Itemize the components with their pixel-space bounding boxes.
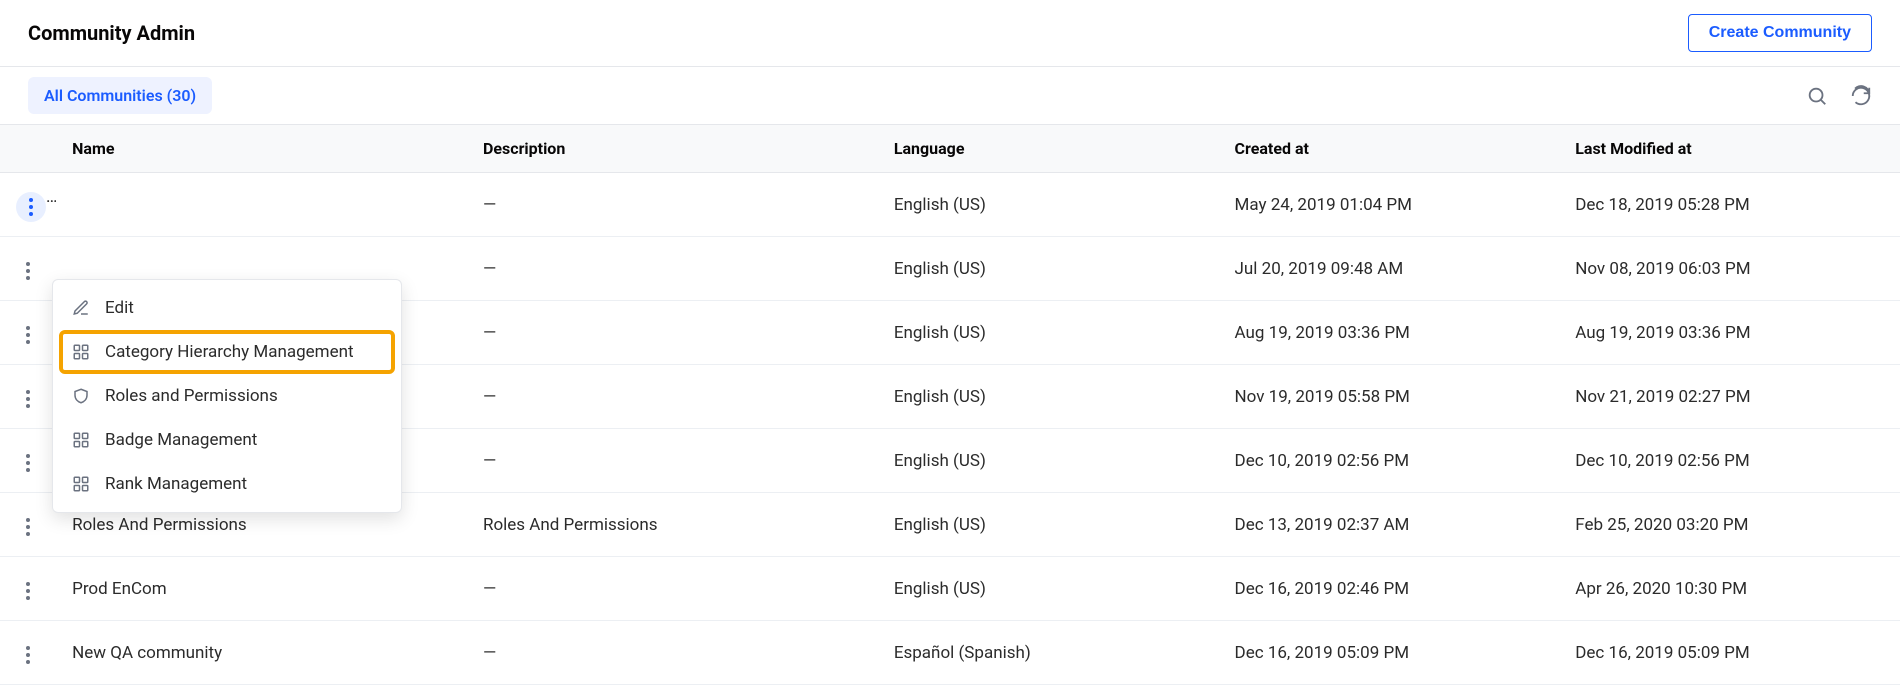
refresh-icon[interactable]: [1850, 85, 1872, 107]
cell-description: Roles And Permissions: [467, 493, 878, 557]
row-menu-icon[interactable]: [20, 448, 36, 478]
menu-item-label: Badge Management: [105, 430, 257, 450]
create-community-button[interactable]: Create Community: [1688, 14, 1872, 52]
cell-description: —: [467, 301, 878, 365]
col-header-modified[interactable]: Last Modified at: [1559, 125, 1900, 173]
cell-description: —: [467, 173, 878, 237]
cell-created: Jul 20, 2019 09:48 AM: [1219, 237, 1560, 301]
cell-description: —: [467, 429, 878, 493]
cell-modified: Aug 19, 2019 03:36 PM: [1559, 301, 1900, 365]
table-row[interactable]: Prod EnCom — English (US) Dec 16, 2019 0…: [0, 557, 1900, 621]
cell-language: English (US): [878, 237, 1219, 301]
search-icon[interactable]: [1806, 85, 1828, 107]
cell-created: Dec 16, 2019 05:09 PM: [1219, 621, 1560, 685]
page-title: Community Admin: [28, 21, 195, 45]
menu-item-category-hierarchy[interactable]: Category Hierarchy Management: [61, 332, 393, 372]
row-menu-icon[interactable]: [20, 384, 36, 414]
layout-icon: [71, 342, 91, 362]
cell-language: English (US): [878, 493, 1219, 557]
layout-icon: [71, 474, 91, 494]
cell-language: English (US): [878, 365, 1219, 429]
row-menu-icon[interactable]: [20, 640, 36, 670]
cell-modified: Dec 10, 2019 02:56 PM: [1559, 429, 1900, 493]
menu-item-label: Edit: [105, 298, 134, 318]
cell-created: Dec 16, 2019 02:46 PM: [1219, 557, 1560, 621]
col-header-description[interactable]: Description: [467, 125, 878, 173]
cell-modified: Nov 21, 2019 02:27 PM: [1559, 365, 1900, 429]
cell-created: Dec 13, 2019 02:37 AM: [1219, 493, 1560, 557]
cell-language: Español (Spanish): [878, 621, 1219, 685]
cell-description: —: [467, 557, 878, 621]
menu-item-label: Rank Management: [105, 474, 247, 494]
cell-name: [56, 173, 467, 237]
menu-item-rank-management[interactable]: Rank Management: [53, 462, 401, 506]
cell-modified: Feb 25, 2020 03:20 PM: [1559, 493, 1900, 557]
shield-icon: [71, 386, 91, 406]
row-menu-icon[interactable]: [20, 320, 36, 350]
layout-icon: [71, 430, 91, 450]
cell-description: —: [467, 365, 878, 429]
cell-language: English (US): [878, 557, 1219, 621]
row-menu-icon[interactable]: [20, 576, 36, 606]
col-header-menu: [0, 125, 56, 173]
menu-item-label: Category Hierarchy Management: [105, 342, 354, 362]
cell-language: English (US): [878, 429, 1219, 493]
col-header-language[interactable]: Language: [878, 125, 1219, 173]
row-menu-icon[interactable]: [20, 512, 36, 542]
cell-modified: Dec 16, 2019 05:09 PM: [1559, 621, 1900, 685]
col-header-created[interactable]: Created at: [1219, 125, 1560, 173]
col-header-name[interactable]: Name: [56, 125, 467, 173]
cell-language: English (US): [878, 301, 1219, 365]
cell-modified: Dec 18, 2019 05:28 PM: [1559, 173, 1900, 237]
cell-created: May 24, 2019 01:04 PM: [1219, 173, 1560, 237]
cell-name: Prod EnCom: [56, 557, 467, 621]
filter-all-communities[interactable]: All Communities (30): [28, 77, 212, 114]
row-context-menu: Edit Category Hierarchy Management Roles…: [52, 279, 402, 513]
cell-modified: Nov 08, 2019 06:03 PM: [1559, 237, 1900, 301]
cell-description: —: [467, 621, 878, 685]
menu-item-badge-management[interactable]: Badge Management: [53, 418, 401, 462]
menu-item-roles-permissions[interactable]: Roles and Permissions: [53, 374, 401, 418]
cell-description: —: [467, 237, 878, 301]
row-menu-icon[interactable]: [16, 192, 46, 222]
cell-created: Aug 19, 2019 03:36 PM: [1219, 301, 1560, 365]
table-row[interactable]: — English (US) May 24, 2019 01:04 PM Dec…: [0, 173, 1900, 237]
cell-created: Dec 10, 2019 02:56 PM: [1219, 429, 1560, 493]
cell-name: New QA community: [56, 621, 467, 685]
row-menu-icon[interactable]: [20, 256, 36, 286]
cell-modified: Apr 26, 2020 10:30 PM: [1559, 557, 1900, 621]
cell-created: Nov 19, 2019 05:58 PM: [1219, 365, 1560, 429]
menu-item-label: Roles and Permissions: [105, 386, 278, 406]
table-row[interactable]: New QA community — Español (Spanish) Dec…: [0, 621, 1900, 685]
menu-item-edit[interactable]: Edit: [53, 286, 401, 330]
cell-language: English (US): [878, 173, 1219, 237]
pencil-icon: [71, 298, 91, 318]
